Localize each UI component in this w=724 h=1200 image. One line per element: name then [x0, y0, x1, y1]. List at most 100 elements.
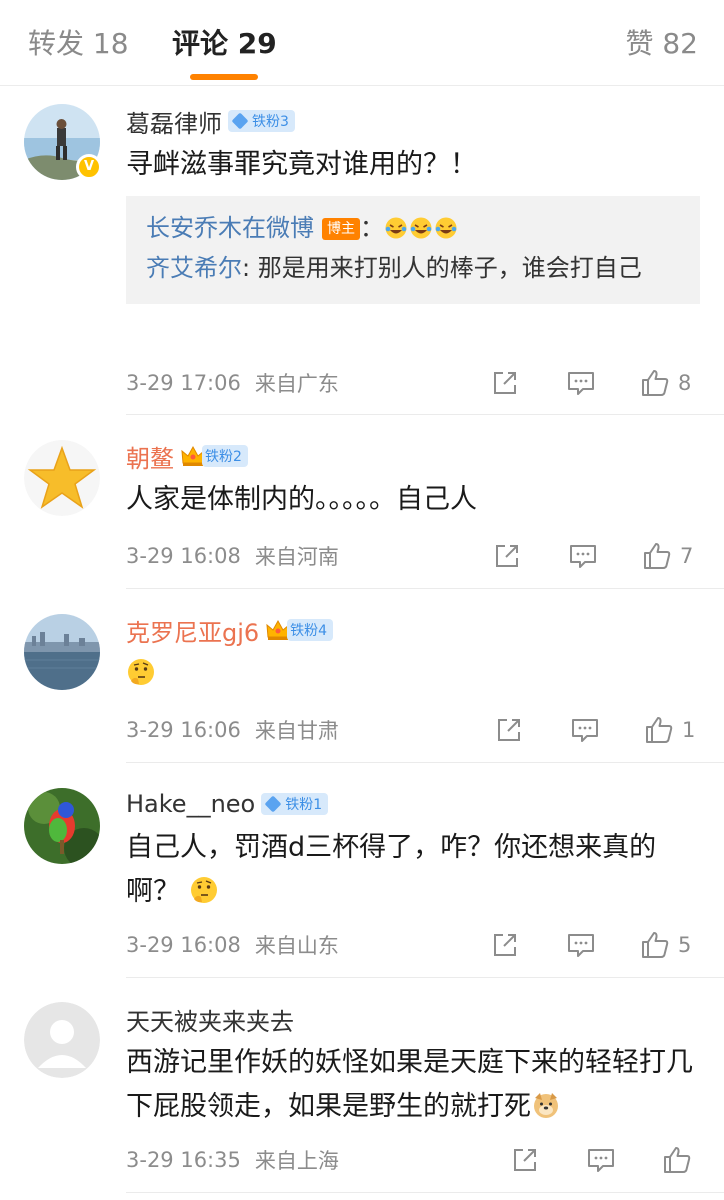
reply-line: 齐艾希尔: 那是用来打别人的棒子，谁会打自己	[146, 248, 682, 288]
thumbs-up-icon	[642, 541, 672, 571]
location: 来自甘肃	[254, 719, 339, 743]
username[interactable]: 天天被夹来夹去	[126, 1002, 294, 1037]
like-button[interactable]: 7	[642, 539, 693, 573]
comment-header: 克罗尼亚gj6 铁粉4	[126, 613, 334, 648]
avatar[interactable]	[24, 614, 100, 690]
divider	[126, 762, 724, 763]
thumbs-up-icon	[640, 930, 670, 960]
comment-text: 西游记里作妖的妖怪如果是天庭下来的轻轻打几下屁股领走，如果是野生的就打死	[126, 1041, 706, 1129]
thinking-emoji-icon	[189, 875, 219, 905]
repost-icon	[490, 368, 520, 398]
repost-button[interactable]	[492, 539, 522, 573]
comment-button[interactable]	[568, 539, 598, 573]
divider	[126, 977, 724, 978]
timestamp: 3-29 16:08	[126, 544, 241, 568]
tab-repost[interactable]: 转发 18	[28, 24, 129, 64]
divider	[126, 1192, 724, 1193]
repost-button[interactable]	[510, 1143, 540, 1177]
like-count: 5	[678, 933, 692, 957]
comment-header: 葛磊律师 铁粉3	[126, 104, 295, 139]
location: 来自河南	[254, 545, 339, 569]
diamond-icon	[264, 795, 282, 813]
username[interactable]: Hake__neo	[126, 790, 255, 818]
comment-meta: 3-29 16:08 来自山东	[126, 928, 339, 962]
comment-text: 人家是体制内的。。。。。自己人	[126, 484, 477, 515]
thumbs-up-icon	[662, 1145, 692, 1175]
username[interactable]: 克罗尼亚gj6	[126, 613, 259, 648]
tab-like[interactable]: 赞 82	[625, 24, 698, 64]
comment-header: 天天被夹来夹去	[126, 1002, 294, 1037]
repost-icon	[492, 541, 522, 571]
like-button[interactable]: 1	[644, 713, 695, 747]
username[interactable]: 葛磊律师	[126, 104, 222, 139]
host-tag: 博主	[322, 218, 360, 240]
timestamp: 3-29 16:35	[126, 1148, 241, 1172]
fan-badge-label: 铁粉3	[252, 114, 289, 130]
like-count: 7	[680, 544, 694, 568]
reply-text: : 那是用来打别人的棒子，谁会打自己	[242, 254, 642, 282]
tab-comment[interactable]: 评论 29	[172, 24, 277, 64]
comment-icon	[586, 1145, 616, 1175]
repost-button[interactable]	[490, 928, 520, 962]
comment-text: 寻衅滋事罪究竟对谁用的？！	[126, 149, 477, 180]
thinking-emoji-icon	[126, 657, 156, 687]
divider	[126, 588, 724, 589]
repost-button[interactable]	[494, 713, 524, 747]
username[interactable]: 朝鳌	[126, 439, 174, 474]
avatar[interactable]	[24, 1002, 100, 1078]
repost-button[interactable]	[490, 366, 520, 400]
divider	[126, 414, 724, 415]
timestamp: 3-29 17:06	[126, 371, 241, 395]
laugh-cry-emoji-icon	[434, 216, 458, 240]
reply-box[interactable]: 长安乔木在微博 博主： 齐艾希尔: 那是用来打别人的棒子，谁会打自己	[126, 196, 700, 304]
comment-meta: 3-29 17:06 来自广东	[126, 366, 339, 400]
comment-icon	[566, 930, 596, 960]
fan-badge: 铁粉4	[287, 619, 334, 641]
thumbs-up-icon	[640, 368, 670, 398]
timestamp: 3-29 16:08	[126, 933, 241, 957]
like-button[interactable]: 8	[640, 366, 691, 400]
like-count: 8	[678, 371, 692, 395]
repost-icon	[494, 715, 524, 745]
location: 来自上海	[254, 1149, 339, 1173]
comment-text	[126, 652, 706, 696]
like-button[interactable]	[662, 1143, 700, 1177]
laugh-cry-emoji-icon	[384, 216, 408, 240]
fan-badge-label: 铁粉2	[205, 449, 242, 465]
comment-header: 朝鳌 铁粉2	[126, 439, 248, 474]
location: 来自山东	[254, 934, 339, 958]
comment-text-content: 西游记里作妖的妖怪如果是天庭下来的轻轻打几下屁股领走，如果是野生的就打死	[126, 1047, 693, 1122]
avatar[interactable]	[24, 440, 100, 516]
timestamp: 3-29 16:06	[126, 718, 241, 742]
comment-header: Hake__neo 铁粉1	[126, 788, 329, 820]
fan-badge: 铁粉3	[228, 110, 295, 132]
fan-badge: 铁粉1	[261, 793, 329, 815]
doge-emoji-icon	[531, 1090, 561, 1120]
reply-username[interactable]: 齐艾希尔	[146, 254, 242, 282]
comment-icon	[566, 368, 596, 398]
comment-meta: 3-29 16:06 来自甘肃	[126, 713, 339, 747]
comment-button[interactable]	[586, 1143, 616, 1177]
comment-icon	[570, 715, 600, 745]
like-count: 1	[682, 718, 696, 742]
tab-bar: 转发 18 评论 29 赞 82	[0, 0, 724, 86]
repost-icon	[490, 930, 520, 960]
reply-username[interactable]: 长安乔木在微博	[146, 214, 314, 242]
active-tab-indicator	[190, 74, 258, 80]
verified-badge-icon: V	[76, 154, 102, 180]
comment-icon	[568, 541, 598, 571]
location: 来自广东	[254, 372, 339, 396]
comment-meta: 3-29 16:35 来自上海	[126, 1143, 339, 1177]
comment-button[interactable]	[566, 366, 596, 400]
comment-button[interactable]	[570, 713, 600, 747]
comment-button[interactable]	[566, 928, 596, 962]
repost-icon	[510, 1145, 540, 1175]
like-button[interactable]: 5	[640, 928, 691, 962]
fan-badge: 铁粉2	[202, 445, 248, 467]
reply-line: 长安乔木在微博 博主：	[146, 208, 682, 248]
diamond-icon	[231, 112, 249, 130]
comment-text: 自己人，罚酒d三杯得了，咋？你还想来真的啊？	[126, 826, 706, 914]
fan-badge-label: 铁粉4	[290, 623, 328, 639]
avatar[interactable]	[24, 788, 100, 864]
comment-meta: 3-29 16:08 来自河南	[126, 539, 339, 573]
